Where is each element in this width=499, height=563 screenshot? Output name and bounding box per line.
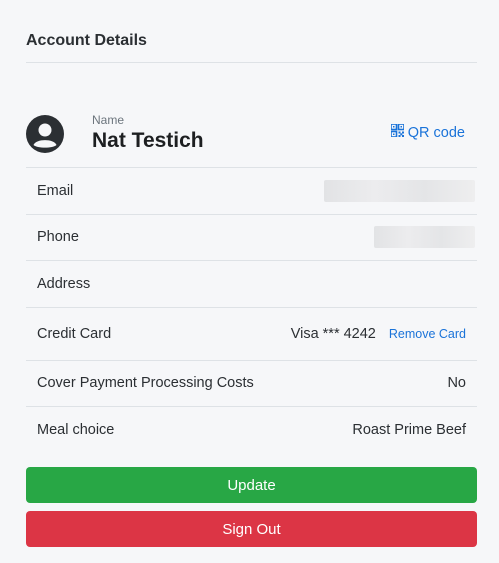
meal-choice-value: Roast Prime Beef [352,421,466,438]
title-divider [26,62,477,63]
qr-code-icon [389,123,408,141]
sign-out-button[interactable]: Sign Out [26,511,477,547]
phone-row: Phone [26,213,477,261]
details-list: Email Phone Address Credit Card Visa ***… [26,167,477,453]
address-row: Address [26,260,477,307]
email-redacted-value [324,179,475,202]
address-label: Address [37,275,91,292]
cover-costs-value: No [447,375,466,392]
meal-choice-label: Meal choice [37,421,115,438]
credit-card-row: Credit Card Visa *** 4242 Remove Card [26,306,477,360]
user-name: Nat Testich [92,129,204,152]
page-title: Account Details [26,32,147,49]
email-label: Email [37,182,74,199]
credit-card-label: Credit Card [37,325,112,342]
email-row: Email [26,167,477,214]
phone-redacted-value [374,226,475,249]
name-label: Name [92,113,125,127]
qr-code-link[interactable]: QR code [389,123,465,141]
cover-costs-row: Cover Payment Processing Costs No [26,359,477,407]
cover-costs-label: Cover Payment Processing Costs [37,375,254,392]
profile-section: Name Nat Testich QR code [26,110,477,168]
phone-label: Phone [37,229,79,246]
qr-code-label: QR code [407,124,465,141]
remove-card-link[interactable]: Remove Card [389,327,466,341]
meal-choice-row: Meal choice Roast Prime Beef [26,406,477,453]
credit-card-value: Visa *** 4242 [290,325,376,342]
user-avatar-icon [26,115,64,153]
update-button[interactable]: Update [26,467,477,503]
